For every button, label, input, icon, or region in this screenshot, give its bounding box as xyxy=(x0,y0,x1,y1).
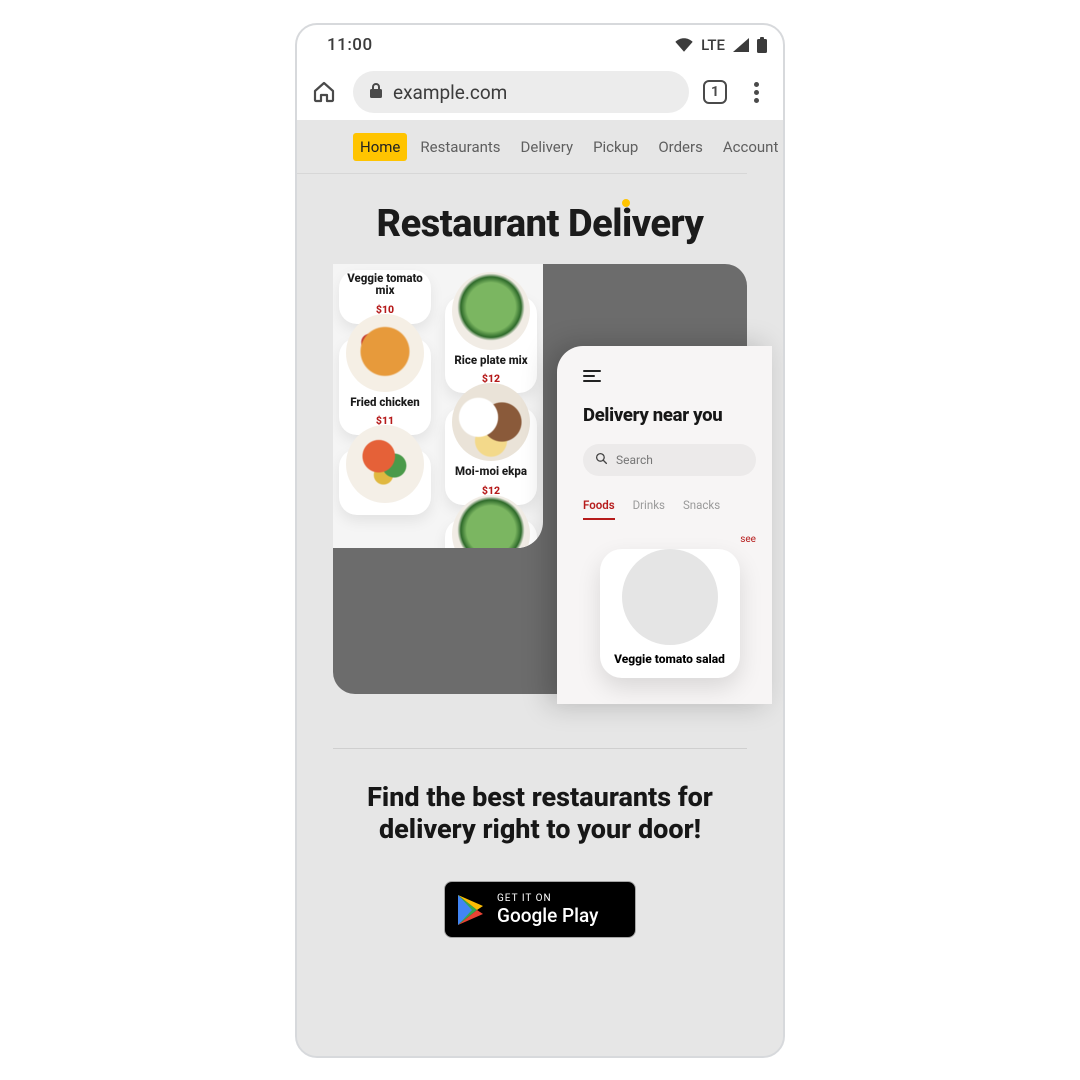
nav-orders[interactable]: Orders xyxy=(651,133,710,161)
food-name: Moi-moi ekpa xyxy=(449,465,533,478)
nav-home[interactable]: Home xyxy=(353,133,407,161)
nav-pickup[interactable]: Pickup xyxy=(586,133,645,161)
featured-card: Veggie tomato salad xyxy=(600,549,740,678)
device-frame: 11:00 LTE xyxy=(295,23,785,1058)
nav-account[interactable]: Account xyxy=(716,133,783,161)
tab-snacks: Snacks xyxy=(683,498,720,520)
nav-delivery[interactable]: Delivery xyxy=(514,133,581,161)
mock-phone-left: Veggie tomato mix $10 Fried chicken $11 xyxy=(333,264,543,548)
food-name: Rice plate mix xyxy=(449,354,533,367)
url-text: example.com xyxy=(393,81,507,104)
tab-foods: Foods xyxy=(583,498,615,520)
signal-icon xyxy=(733,38,749,52)
site-nav: Home Restaurants Delivery Pickup Orders … xyxy=(297,120,747,174)
tab-drinks: Drinks xyxy=(633,498,665,520)
nav-restaurants[interactable]: Restaurants xyxy=(413,133,507,161)
food-card xyxy=(339,449,431,515)
hamburger-icon xyxy=(583,370,601,382)
featured-name: Veggie tomato salad xyxy=(608,653,732,666)
overflow-menu-icon[interactable] xyxy=(741,77,771,107)
search-placeholder: Search xyxy=(616,453,653,467)
food-card: Rice plate mix $12 xyxy=(445,296,537,394)
web-page: Home Restaurants Delivery Pickup Orders … xyxy=(297,120,783,1056)
search-input: Search xyxy=(583,444,756,476)
browser-chrome: example.com 1 xyxy=(297,65,783,120)
right-heading: Delivery near you xyxy=(583,404,756,426)
play-small-text: GET IT ON xyxy=(497,894,598,904)
status-time: 11:00 xyxy=(327,35,373,55)
mock-phone-right: Delivery near you Search Foods Drinks Sn… xyxy=(557,346,772,704)
food-name: Fried chicken xyxy=(343,396,427,409)
lock-icon xyxy=(369,81,383,104)
search-icon xyxy=(595,452,608,468)
google-play-badge[interactable]: GET IT ON Google Play xyxy=(444,881,636,938)
battery-icon xyxy=(757,37,767,53)
status-bar: 11:00 LTE xyxy=(297,25,783,65)
play-store-icon xyxy=(457,894,485,926)
food-card xyxy=(445,519,537,548)
network-label: LTE xyxy=(701,36,725,54)
url-bar[interactable]: example.com xyxy=(353,71,689,113)
hero-mockups: Veggie tomato mix $10 Fried chicken $11 xyxy=(333,264,747,704)
category-tabs: Foods Drinks Snacks xyxy=(583,498,756,520)
section-divider xyxy=(333,748,747,749)
food-name: Veggie tomato mix xyxy=(343,272,427,297)
page-title: Restaurant Delivery xyxy=(297,202,783,246)
tab-switcher[interactable]: 1 xyxy=(703,80,727,104)
home-icon[interactable] xyxy=(309,77,339,107)
see-more-link: see xyxy=(583,534,756,545)
play-big-text: Google Play xyxy=(497,906,598,925)
accent-dot-icon xyxy=(622,199,630,207)
food-card: Moi-moi ekpa $12 xyxy=(445,407,537,505)
food-card: Fried chicken $11 xyxy=(339,338,431,436)
sub-heading: Find the best restaurants for delivery r… xyxy=(327,781,753,846)
wifi-icon xyxy=(675,38,693,52)
